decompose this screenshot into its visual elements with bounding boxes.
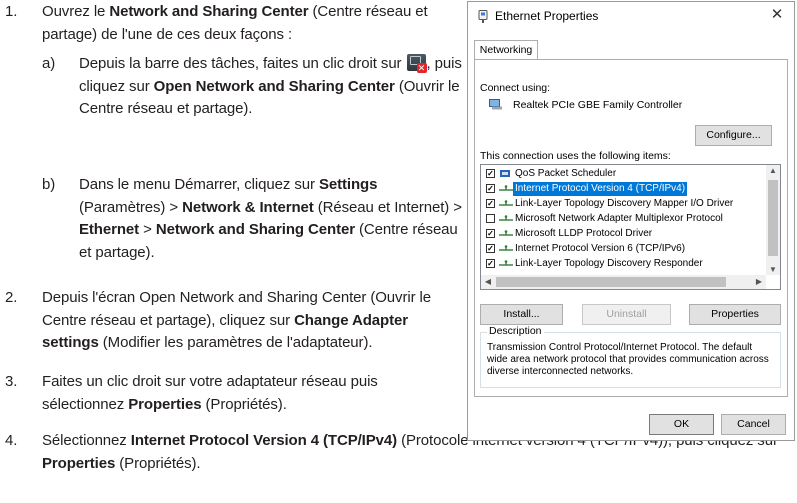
list-item-label: Internet Protocol Version 6 (TCP/IPv6) (515, 243, 686, 254)
protocol-icon (499, 185, 513, 191)
step-3: 3. Faites un clic droit sur votre adapta… (5, 371, 450, 416)
step-text: Sélectionnez (42, 432, 131, 449)
close-icon[interactable]: ✕ (766, 5, 788, 25)
step-text: (Réseau et Internet) > (313, 198, 462, 216)
scroll-left-icon[interactable]: ◀ (481, 277, 495, 286)
list-item[interactable]: Microsoft Network Adapter Multiplexor Pr… (483, 212, 765, 226)
list-item-label: QoS Packet Scheduler (515, 168, 617, 179)
step-text: (Modifier les paramètres de l'adaptateur… (98, 334, 373, 352)
step-bold-text: Settings (318, 176, 378, 193)
horizontal-scroll-thumb[interactable] (496, 277, 726, 287)
step-number: 3. (5, 373, 18, 390)
qos-icon (500, 170, 510, 177)
uninstall-button[interactable]: Uninstall (582, 304, 671, 325)
step-2: 2. Depuis l'écran Open Network and Shari… (5, 287, 450, 355)
tab-networking[interactable]: Networking (474, 40, 538, 60)
horizontal-scrollbar[interactable]: ◀ ▶ (481, 275, 766, 289)
vertical-scrollbar[interactable]: ▲ ▼ (766, 165, 780, 275)
description-text: Transmission Control Protocol/Internet P… (487, 342, 769, 377)
step-letter: a) (42, 55, 56, 72)
items-label: This connection uses the following items… (480, 150, 671, 162)
list-item[interactable]: ✓ Internet Protocol Version 6 (TCP/IPv6) (483, 242, 765, 256)
step-bold-text: Network and Sharing Center (155, 221, 355, 239)
step-bold-text: Network & Internet (182, 198, 314, 216)
protocol-icon (499, 200, 513, 206)
dialog-title: Ethernet Properties (495, 9, 599, 23)
scroll-down-icon[interactable]: ▼ (766, 265, 780, 274)
step-text: Depuis la barre des tâches, faites un cl… (79, 55, 406, 72)
item-checkbox[interactable]: ✓ (486, 229, 495, 238)
adapter-name: Realtek PCIe GBE Family Controller (513, 99, 683, 111)
list-item-label: Internet Protocol Version 4 (TCP/IPv4) (513, 182, 688, 196)
list-item[interactable]: ✓ Link-Layer Topology Discovery Mapper I/… (483, 197, 765, 211)
description-label: Description (487, 325, 544, 337)
list-item[interactable]: ✓ Link-Layer Topology Discovery Responder (483, 257, 765, 271)
vertical-scroll-thumb[interactable] (768, 180, 778, 256)
step-bold-text: Properties (128, 395, 202, 413)
step-number: 2. (5, 289, 18, 306)
step-bold-text: Open Network and Sharing Center (153, 77, 395, 95)
list-item-label: Microsoft LLDP Protocol Driver (515, 228, 653, 239)
item-checkbox[interactable]: ✓ (486, 259, 495, 268)
list-item-label: Link-Layer Topology Discovery Responder (515, 258, 703, 269)
install-button[interactable]: Install... (480, 304, 563, 325)
item-checkbox[interactable]: ✓ (486, 169, 495, 178)
scroll-up-icon[interactable]: ▲ (766, 166, 780, 175)
protocol-icon (499, 215, 513, 221)
ok-button[interactable]: OK (649, 414, 714, 435)
list-item[interactable]: ✓ QoS Packet Scheduler (483, 167, 765, 181)
items-listbox[interactable]: ▲ ▼ ◀ ▶ ✓ QoS Packet Scheduler ✓ Internet P… (480, 164, 781, 290)
step-bold-text: Ethernet (79, 221, 140, 239)
item-checkbox[interactable]: ✓ (486, 184, 495, 193)
protocol-icon (499, 245, 513, 251)
step-text: Ouvrez le (42, 3, 110, 20)
step-text: (Propriétés). (115, 454, 201, 472)
step-letter: b) (42, 176, 56, 193)
step-number: 1. (5, 3, 18, 20)
step-number: 4. (5, 432, 18, 449)
connect-using-label: Connect using: (480, 82, 551, 94)
step-bold-text: Internet Protocol Version 4 (TCP/IPv4) (130, 432, 398, 449)
list-item[interactable]: ✓ Internet Protocol Version 4 (TCP/IPv4) (483, 182, 765, 196)
item-checkbox[interactable]: ✓ (486, 199, 495, 208)
dialog-titlebar[interactable]: Ethernet Properties ✕ (468, 2, 794, 30)
protocol-icon (499, 260, 513, 266)
step-text: > (139, 221, 156, 239)
step-1: 1. Ouvrez le Network and Sharing Center … (5, 1, 450, 46)
step-text: (Paramètres) > (79, 198, 183, 216)
step-text: Dans le menu Démarrer, cliquez sur (79, 176, 319, 193)
scroll-right-icon[interactable]: ▶ (752, 277, 766, 286)
configure-button[interactable]: Configure... (695, 125, 772, 146)
item-checkbox[interactable] (486, 214, 495, 223)
step-text: (Propriétés). (201, 395, 287, 413)
ethernet-adapter-icon (478, 10, 488, 23)
list-item-label: Link-Layer Topology Discovery Mapper I/O… (515, 198, 734, 209)
cancel-button[interactable]: Cancel (721, 414, 786, 435)
step-bold-text: Network and Sharing Center (109, 3, 309, 20)
network-error-tray-icon (406, 54, 427, 73)
properties-button[interactable]: Properties (689, 304, 781, 325)
list-item[interactable]: ✓ Microsoft LLDP Protocol Driver (483, 227, 765, 241)
list-item-label: Microsoft Network Adapter Multiplexor Pr… (515, 213, 723, 224)
step-1a: a) Depuis la barre des tâches, faites un… (42, 53, 462, 121)
network-adapter-icon (489, 99, 502, 110)
step-bold-text: Properties (42, 454, 116, 472)
ethernet-properties-dialog: Ethernet Properties ✕ Networking Connect… (467, 1, 795, 441)
step-1b: b) Dans le menu Démarrer, cliquez sur Se… (42, 174, 462, 264)
protocol-icon (499, 230, 513, 236)
item-checkbox[interactable]: ✓ (486, 244, 495, 253)
